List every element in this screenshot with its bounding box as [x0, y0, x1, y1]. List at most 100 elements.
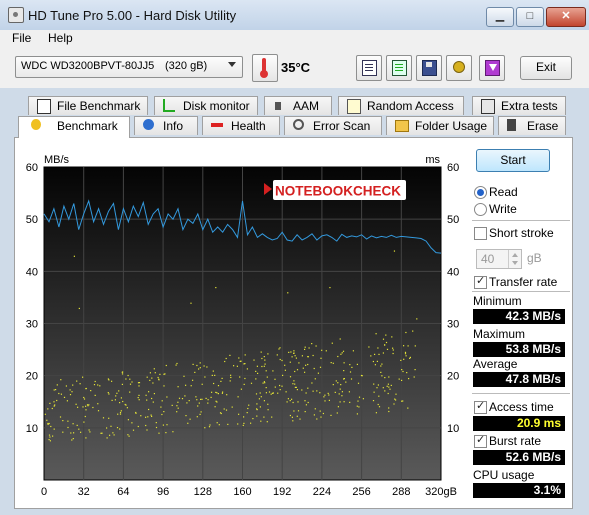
scatter-point	[265, 387, 267, 389]
scatter-point	[289, 414, 291, 417]
read-radio[interactable]	[474, 186, 487, 199]
scatter-point	[356, 405, 358, 407]
scatter-point	[305, 392, 307, 394]
scatter-point	[385, 341, 388, 344]
scatter-point	[160, 406, 162, 408]
scatter-point	[304, 348, 306, 350]
scatter-point	[301, 389, 303, 391]
scatter-point	[220, 412, 222, 415]
options-button[interactable]	[446, 55, 472, 81]
scatter-point	[400, 359, 402, 361]
erase-icon	[507, 119, 516, 131]
scatter-point	[198, 368, 200, 370]
save-button[interactable]	[416, 55, 442, 81]
scatter-point	[181, 398, 184, 400]
download-button[interactable]	[479, 55, 505, 81]
tab-disk-monitor[interactable]: Disk monitor	[154, 96, 258, 115]
tab-health[interactable]: Health	[202, 116, 280, 135]
x-tick-label: 288	[392, 486, 410, 498]
tab-random-access[interactable]: Random Access	[338, 96, 464, 115]
write-radio[interactable]	[474, 203, 487, 216]
menu-help[interactable]: Help	[48, 31, 73, 45]
y-tick-right: 30	[447, 319, 459, 331]
exit-button[interactable]: Exit	[520, 56, 572, 80]
folder-icon	[395, 120, 409, 132]
scatter-point	[314, 378, 316, 380]
scatter-point	[189, 418, 191, 420]
thermometer-icon[interactable]	[252, 54, 278, 82]
burst-rate-checkbox[interactable]	[474, 433, 487, 448]
scatter-point	[290, 351, 292, 353]
title-bar: HD Tune Pro 5.00 - Hard Disk Utility ▁ □…	[0, 0, 589, 31]
scatter-point	[378, 353, 380, 355]
scatter-point	[176, 362, 178, 365]
scatter-point	[324, 400, 326, 402]
x-tick-label: 32	[78, 486, 90, 498]
start-button[interactable]: Start	[476, 149, 550, 172]
scatter-point	[120, 397, 122, 399]
scatter-point	[220, 380, 222, 382]
scatter-point	[260, 420, 262, 422]
short-stroke-input[interactable]: 40	[476, 249, 522, 269]
spinner-arrows-icon[interactable]	[508, 250, 521, 268]
scatter-point	[119, 428, 121, 430]
scatter-point	[162, 424, 164, 426]
scatter-point	[100, 432, 102, 434]
minimize-button[interactable]: ▁	[486, 7, 514, 27]
copy-screenshot-button[interactable]	[386, 55, 412, 81]
tab-label: Error Scan	[313, 119, 371, 133]
maximize-button[interactable]: □	[516, 7, 544, 27]
scatter-point	[271, 416, 273, 418]
scatter-point	[115, 395, 117, 397]
scatter-point	[85, 388, 87, 390]
tab-extra-tests[interactable]: Extra tests	[472, 96, 566, 115]
scatter-point	[185, 415, 187, 417]
scatter-point	[343, 370, 345, 372]
scatter-point	[118, 390, 120, 392]
scatter-point	[304, 346, 306, 348]
tab-file-benchmark[interactable]: File Benchmark	[28, 96, 148, 115]
tab-benchmark[interactable]: Benchmark	[18, 116, 130, 138]
notebookcheck-logo: NOTEBOOKCHECK	[264, 180, 406, 200]
scatter-point	[325, 350, 327, 352]
access-time-checkbox[interactable]	[474, 399, 487, 414]
tab-label: Health	[231, 119, 266, 133]
scatter-point	[387, 383, 389, 385]
scatter-point	[145, 424, 147, 427]
scatter-point	[67, 420, 69, 422]
tab-erase[interactable]: Erase	[498, 116, 566, 135]
scatter-point	[210, 396, 212, 398]
scatter-point	[196, 416, 198, 418]
scatter-point	[240, 388, 242, 390]
tab-info[interactable]: Info	[134, 116, 198, 135]
copy-text-button[interactable]	[356, 55, 382, 81]
scatter-point	[392, 352, 394, 355]
scatter-point	[296, 389, 298, 391]
scatter-point	[311, 382, 313, 384]
scatter-point	[393, 403, 395, 405]
tab-error-scan[interactable]: Error Scan	[284, 116, 382, 135]
short-stroke-checkbox[interactable]	[474, 227, 487, 240]
tab-folder-usage[interactable]: Folder Usage	[386, 116, 494, 135]
scatter-point	[281, 385, 283, 387]
scatter-point	[403, 358, 405, 360]
scatter-point	[71, 439, 73, 441]
tab-aam[interactable]: AAM	[264, 96, 332, 115]
window-title: HD Tune Pro 5.00 - Hard Disk Utility	[28, 8, 237, 23]
scatter-point	[288, 351, 290, 353]
scatter-point	[256, 365, 258, 367]
drive-select[interactable]: WDC WD3200BPVT-80JJ5 (320 gB)	[15, 56, 243, 78]
scatter-point	[149, 379, 151, 381]
transfer-rate-checkbox[interactable]	[474, 274, 487, 289]
scatter-point	[409, 357, 411, 359]
scatter-point	[154, 372, 156, 374]
scatter-point	[119, 402, 121, 404]
menu-file[interactable]: File	[12, 31, 31, 45]
scatter-point	[176, 411, 178, 413]
hdtune-app-icon	[8, 7, 24, 23]
close-button[interactable]: ✕	[546, 7, 586, 27]
scatter-point	[166, 424, 168, 426]
watermark-text: NOTEBOOKCHECK	[275, 184, 401, 199]
scatter-point	[122, 371, 124, 373]
scatter-point	[250, 422, 252, 424]
